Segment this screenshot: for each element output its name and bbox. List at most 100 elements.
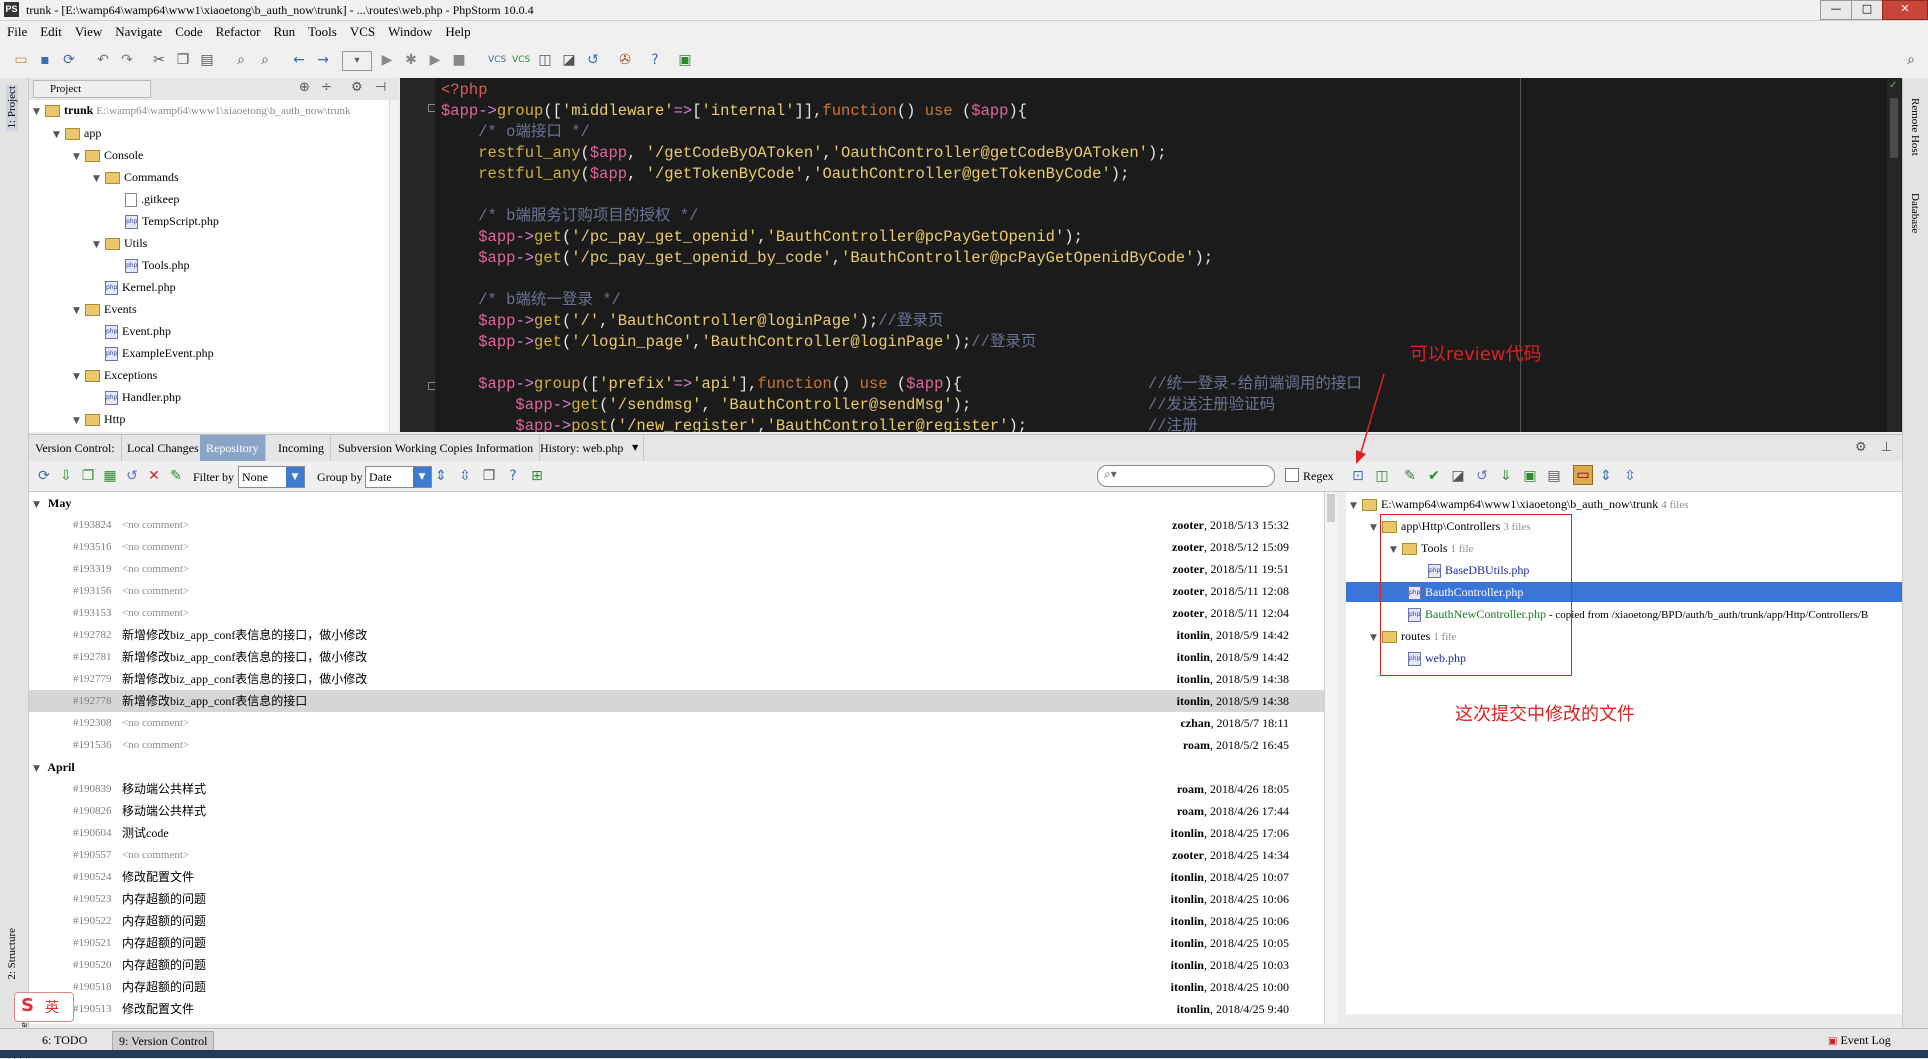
copy-revision-icon[interactable]: ❐	[79, 467, 97, 485]
tab-working-copies[interactable]: Subversion Working Copies Information	[332, 435, 541, 461]
hide-panel-icon[interactable]: ⊥	[1881, 440, 1892, 455]
help-icon[interactable]: ?	[504, 467, 522, 485]
open-folder-icon[interactable]: ▭	[12, 51, 30, 69]
revert-icon[interactable]: ↺	[1473, 467, 1491, 485]
expand-icon[interactable]: ▼	[93, 170, 105, 188]
tree-item-utils[interactable]: ▼ Utils	[93, 234, 147, 252]
expand-all-icon[interactable]: ⇕	[1597, 467, 1615, 485]
maximize-icon[interactable]: □	[1851, 0, 1883, 20]
ime-indicator[interactable]: S 英	[14, 992, 74, 1022]
tab-history[interactable]: History: web.php ▼	[534, 435, 645, 461]
tree-item-event[interactable]: php Event.php	[105, 322, 171, 340]
expand-icon[interactable]: ▼	[73, 148, 85, 166]
database-tab[interactable]: Database	[1909, 193, 1921, 233]
group-select[interactable]: Date ▼	[365, 466, 432, 488]
browse-icon[interactable]: ▦	[101, 467, 119, 485]
editor-scrollbar[interactable]: ✓	[1887, 78, 1901, 432]
debug-icon[interactable]: ✱	[402, 51, 420, 69]
cut-icon[interactable]: ✂	[150, 51, 168, 69]
edit-icon[interactable]: ✎	[167, 467, 185, 485]
get-icon[interactable]: ⇓	[1497, 467, 1515, 485]
replace-icon[interactable]: ⌕	[256, 51, 274, 69]
redo-icon[interactable]: ↷	[118, 51, 136, 69]
vcs-commit-icon[interactable]: VCS	[512, 51, 530, 69]
menu-help[interactable]: Help	[438, 21, 476, 40]
commit-row[interactable]: #192308 <no comment> czhan, 2018/5/7 18:11	[29, 712, 1324, 734]
group-april[interactable]: ▼ April	[33, 756, 75, 778]
tree-item-handler[interactable]: php Handler.php	[105, 388, 181, 406]
help-icon[interactable]: ?	[646, 51, 664, 69]
revert-icon[interactable]: ↺	[584, 51, 602, 69]
commit-row[interactable]: #190523 内存超额的问题 itonlin, 2018/4/25 10:06	[29, 888, 1324, 910]
forward-icon[interactable]: →	[314, 51, 332, 69]
compare-icon[interactable]: ◫	[536, 51, 554, 69]
history-icon[interactable]: ◪	[1449, 467, 1467, 485]
commit-row[interactable]: #190520 内存超额的问题 itonlin, 2018/4/25 10:03	[29, 954, 1324, 976]
settings-wrench-icon[interactable]: ✇	[616, 51, 634, 69]
project-view-selector[interactable]: Project	[33, 80, 151, 98]
commit-row[interactable]: #190522 内存超额的问题 itonlin, 2018/4/25 10:06	[29, 910, 1324, 932]
group-may[interactable]: ▼ May	[33, 492, 71, 514]
expand-icon[interactable]: ▼	[33, 494, 45, 516]
expand-icon[interactable]: ▼	[93, 236, 105, 254]
annotate-icon[interactable]: ▤	[1545, 467, 1563, 485]
back-icon[interactable]: ←	[290, 51, 308, 69]
group-by-folder-icon[interactable]: ▭	[1573, 465, 1593, 485]
commit-row[interactable]: #190518 内存超额的问题 itonlin, 2018/4/25 10:00	[29, 976, 1324, 998]
find-icon[interactable]: ⌕	[232, 51, 250, 69]
scroll-thumb[interactable]	[1327, 494, 1335, 522]
commit-row[interactable]: #190826 移动端公共样式 roam, 2018/4/26 17:44	[29, 800, 1324, 822]
code-editor[interactable]: <?php $app->group(['middleware'=>['inter…	[435, 78, 1902, 432]
menu-tools[interactable]: Tools	[301, 21, 343, 40]
clear-icon[interactable]: ✕	[145, 467, 163, 485]
patch-icon[interactable]: ▣	[1521, 467, 1539, 485]
coverage-icon[interactable]: ▶	[426, 51, 444, 69]
commit-row[interactable]: #192782 新增修改biz_app_conf表信息的接口，做小修改 itonli…	[29, 624, 1324, 646]
filter-select[interactable]: None ▼	[238, 466, 305, 488]
commit-row[interactable]: #193516 <no comment> zooter, 2018/5/12 15:…	[29, 536, 1324, 558]
minimize-icon[interactable]: —	[1820, 0, 1852, 20]
tree-item-http[interactable]: ▼ Http	[73, 410, 125, 428]
structure-tool-tab[interactable]: 2: Structure	[6, 928, 18, 980]
run-icon[interactable]: ▶	[378, 51, 396, 69]
event-log-button[interactable]: ▣ Event Log	[1822, 1031, 1897, 1049]
search-field[interactable]: ⌕▾	[1097, 465, 1275, 487]
update-icon[interactable]: ⇩	[57, 467, 75, 485]
commit-row[interactable]: #193824 <no comment> zooter, 2018/5/13 15:…	[29, 514, 1324, 536]
expand-icon[interactable]: ▼	[33, 103, 45, 121]
search-everywhere-icon[interactable]: ⌕	[1902, 51, 1920, 69]
commit-row[interactable]: #192778 新增修改biz_app_conf表信息的接口 itonlin, 20…	[29, 690, 1324, 712]
splitter[interactable]	[1337, 492, 1346, 1024]
copy-icon[interactable]: ❐	[480, 467, 498, 485]
expand-icon[interactable]: ▼	[1350, 496, 1362, 516]
save-icon[interactable]: ▪	[36, 51, 54, 69]
refresh-icon[interactable]: ⟳	[35, 467, 53, 485]
tree-item-tempscript[interactable]: php TempScript.php	[125, 212, 219, 230]
tree-item-console[interactable]: ▼ Console	[73, 146, 143, 164]
expand-icon[interactable]: ▼	[73, 412, 85, 430]
collapse-all-icon[interactable]: ⇳	[456, 467, 474, 485]
commit-row[interactable]: #193156 <no comment> zooter, 2018/5/11 12:…	[29, 580, 1324, 602]
menu-refactor[interactable]: Refactor	[209, 21, 267, 40]
tree-item-tools[interactable]: php Tools.php	[125, 256, 190, 274]
commit-row[interactable]: #190513 修改配置文件 itonlin, 2018/4/25 9:40	[29, 998, 1324, 1020]
tree-item-app[interactable]: ▼ app	[53, 124, 101, 142]
tree-item-trunk[interactable]: ▼ trunk E:\wamp64\wamp64\www1\xiaoetong\b…	[33, 101, 351, 119]
menu-view[interactable]: View	[68, 21, 108, 40]
commit-row[interactable]: #193319 <no comment> zooter, 2018/5/11 19:…	[29, 558, 1324, 580]
scroll-thumb[interactable]	[1890, 98, 1898, 158]
expand-icon[interactable]: ▼	[73, 368, 85, 386]
commit-list-scrollbar[interactable]	[1324, 492, 1337, 1024]
copy-icon[interactable]: ❐	[174, 51, 192, 69]
tree-item-gitkeep[interactable]: .gitkeep	[125, 190, 179, 208]
menu-file[interactable]: File	[0, 21, 33, 40]
commit-row[interactable]: #191536 <no comment> roam, 2018/5/2 16:45	[29, 734, 1324, 756]
gear-icon[interactable]: ⚙	[1855, 440, 1867, 455]
menu-vcs[interactable]: VCS	[343, 21, 381, 40]
locate-icon[interactable]: ⊕	[299, 80, 310, 95]
tree-item-exceptions[interactable]: ▼ Exceptions	[73, 366, 157, 384]
project-scrollbar[interactable]	[389, 100, 399, 432]
revert-icon[interactable]: ↺	[123, 467, 141, 485]
close-icon[interactable]: ✕	[1882, 0, 1928, 20]
hide-panel-icon[interactable]: ⊣	[375, 80, 386, 95]
